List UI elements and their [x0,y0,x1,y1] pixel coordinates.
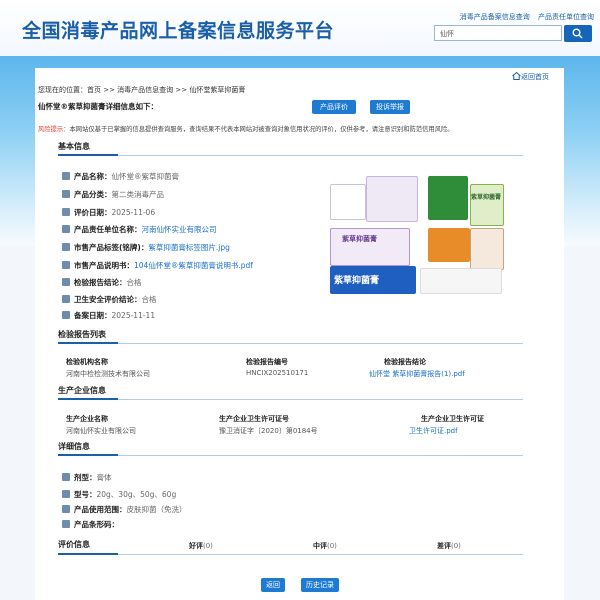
product-images[interactable]: 紫草抑菌膏 紫草抑菌膏 紫草抑菌膏 [328,172,504,300]
scope-icon [62,505,70,513]
calendar-icon [62,311,70,319]
table-cell: 豫卫消证字〔2020〕第0184号 [219,427,318,435]
field-manual: 市售产品说明书：104仙怀堂®紫草抑菌膏说明书.pdf [62,260,253,271]
section-accent [58,553,118,555]
field-barcode: 产品条形码： [62,519,119,530]
column-header: 生产企业名称 [66,415,108,423]
search-input[interactable]: 仙怀 [434,25,562,41]
product-query-link[interactable]: 消毒产品备案信息查询 [460,13,530,21]
package-image [330,184,366,220]
site-header: 全国消毒产品网上备案信息服务平台 消毒产品备案信息查询 产品责任单位查询 仙怀 [0,0,600,60]
image-icon [62,243,70,251]
top-links: 消毒产品备案信息查询 产品责任单位查询 [454,12,594,22]
package-text: 紫草抑菌膏 [342,235,377,243]
check-icon [62,278,70,286]
field-eval-date: 评价日期：2025-11-06 [62,207,155,218]
field-product-name: 产品名称：仙怀堂®紫草抑菌膏 [62,171,179,182]
list-icon [62,190,70,198]
tag-icon [62,172,70,180]
field-responsible-unit: 产品责任单位名称：河南仙怀实业有限公司 [62,224,217,235]
manual-link[interactable]: 104仙怀堂®紫草抑菌膏说明书.pdf [134,261,253,270]
evaluation-title: 评价信息 [58,540,90,549]
table-cell: 河南中检检测技术有限公司 [66,370,150,378]
search-icon [572,28,583,39]
report-file-link[interactable]: 仙怀堂 紫草抑菌膏报告(1).pdf [369,369,465,379]
column-header: 生产企业卫生许可证 [421,415,484,423]
section-divider [58,554,523,555]
column-header: 检验报告编号 [246,358,288,366]
field-safety-conclusion: 卫生安全评价结论：合格 [62,294,157,305]
package-text: 紫草抑菌膏 [471,194,502,201]
package-image [420,268,502,294]
inspection-title: 检验报告列表 [58,330,106,339]
field-dosage-form: 剂型：膏体 [62,472,112,483]
pill-icon [62,473,70,481]
package-image [428,176,468,220]
grid-icon [62,490,70,498]
home-icon [512,71,521,80]
field-model: 型号：20g、30g、50g、60g [62,489,176,500]
package-image [470,184,504,226]
return-home-label: 返回首页 [521,73,549,81]
search-button[interactable] [564,25,592,42]
details-title: 详细信息 [58,442,90,451]
detail-title: 仙怀堂®紫草抑菌膏详细信息如下： [38,102,158,111]
risk-label: 风险提示： [38,126,70,133]
field-filing-date: 备案日期：2025-11-11 [62,310,155,321]
product-eval-button[interactable]: 产品评价 [312,100,356,114]
shield-icon [62,295,70,303]
complaint-button[interactable]: 投诉举报 [370,100,410,114]
risk-notice: 风险提示：本网站仅基于已掌握的信息提供查询服务，查询结果不代表本网站对被查询对象… [38,124,553,133]
document-icon [62,261,70,269]
section-accent [58,154,118,156]
field-category: 产品分类：第二类消毒产品 [62,189,164,200]
column-header: 检验报告结论 [384,358,426,366]
package-image [428,228,470,262]
responsible-unit-link[interactable]: 河南仙怀实业有限公司 [142,225,217,234]
risk-text: 本网站仅基于已掌握的信息提供查询服务，查询结果不代表本网站对被查询对象信用状况的… [69,126,454,133]
field-usage-scope: 产品使用范围：皮肤抑菌（免洗） [62,504,187,515]
unit-query-link[interactable]: 产品责任单位查询 [538,13,594,21]
field-label-image: 市售产品标签(铭牌)：紫草抑菌膏标签图片.jpg [62,242,230,253]
manufacturer-title: 生产企业信息 [58,386,106,395]
package-image [470,228,504,270]
breadcrumb: 您现在的位置：首页 >> 消毒产品信息查询 >> 仙怀堂紫草抑菌膏 [38,86,246,94]
return-home-link[interactable]: 返回首页 [512,71,549,82]
section-accent [58,454,118,456]
good-reviews[interactable]: 好评(0) [189,541,213,551]
column-header: 生产企业卫生许可证号 [219,415,289,423]
neutral-reviews[interactable]: 中评(0) [313,541,337,551]
license-file-link[interactable]: 卫生许可证.pdf [409,426,458,436]
back-button[interactable]: 返回 [261,578,285,592]
site-title[interactable]: 全国消毒产品网上备案信息服务平台 [22,16,334,43]
barcode-icon [62,520,70,528]
section-divider [58,399,523,400]
building-icon [62,225,70,233]
label-image-link[interactable]: 紫草抑菌膏标签图片.jpg [148,243,230,252]
section-divider [58,155,523,156]
field-inspection-conclusion: 检验报告结论：合格 [62,277,142,288]
section-divider [58,455,523,456]
section-accent [58,342,118,344]
basic-info-title: 基本信息 [58,142,90,151]
calendar-icon [62,208,70,216]
section-divider [58,343,523,344]
table-cell: 河南仙怀实业有限公司 [66,427,136,435]
bad-reviews[interactable]: 差评(0) [437,541,461,551]
history-button[interactable]: 历史记录 [301,578,339,592]
package-text: 紫草抑菌膏 [334,276,380,286]
section-accent [58,398,118,400]
package-image [366,176,418,222]
table-cell: HNCIX202510171 [246,369,309,377]
column-header: 检验机构名称 [66,358,108,366]
